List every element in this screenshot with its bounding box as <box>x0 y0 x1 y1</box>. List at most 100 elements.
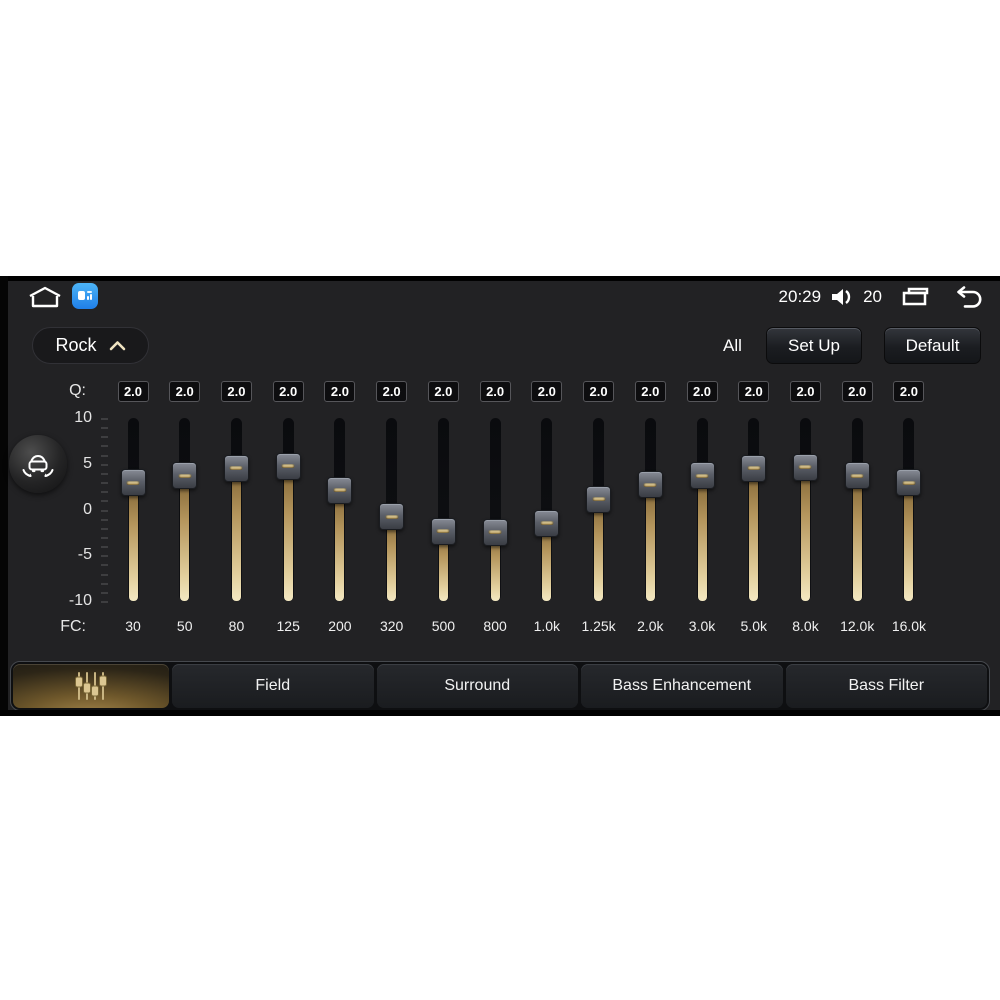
slider-fill-200 <box>335 490 345 601</box>
axis-tick <box>101 536 108 539</box>
slider-thumb-1.25k[interactable] <box>586 485 612 513</box>
slider-fill-125 <box>283 466 293 601</box>
slider-thumb-30[interactable] <box>120 469 146 497</box>
thumb-grip <box>540 521 554 526</box>
fc-row-label: FC: <box>60 618 86 635</box>
tab-eq[interactable] <box>13 664 169 708</box>
q-value-125[interactable]: 2.0 <box>272 381 304 402</box>
q-value-200[interactable]: 2.0 <box>324 381 356 402</box>
default-button[interactable]: Default <box>884 327 981 364</box>
thumb-grip <box>643 482 657 487</box>
slider-thumb-5.0k[interactable] <box>741 454 767 482</box>
axis-tick <box>101 527 108 530</box>
slider-thumb-500[interactable] <box>430 517 456 545</box>
slider-thumb-2.0k[interactable] <box>637 471 663 499</box>
axis-tick <box>101 427 108 430</box>
slider-fill-30 <box>128 482 138 601</box>
thumb-grip <box>798 465 812 470</box>
thumb-grip <box>229 466 243 471</box>
tab-surround[interactable]: Surround <box>376 664 578 708</box>
axis-tick <box>101 472 108 475</box>
thumb-grip <box>436 529 450 534</box>
axis-label-10: 10 <box>74 409 92 426</box>
thumb-grip <box>850 473 864 478</box>
equalizer-screen: 20:29 20 Rock All Set Up Default Q: FC: … <box>0 276 1000 716</box>
slider-thumb-50[interactable] <box>172 462 198 490</box>
volume-level: 20 <box>863 287 882 306</box>
preset-dropdown[interactable]: Rock <box>32 327 149 364</box>
slider-fill-8.0k <box>800 467 810 601</box>
q-value-16.0k[interactable]: 2.0 <box>893 381 925 402</box>
clock: 20:29 <box>778 287 822 306</box>
q-value-50[interactable]: 2.0 <box>169 381 201 402</box>
axis-tick <box>101 546 108 549</box>
slider-thumb-3.0k[interactable] <box>689 462 715 490</box>
axis-tick <box>101 491 108 494</box>
q-value-1.25k[interactable]: 2.0 <box>583 381 615 402</box>
preset-name: Rock <box>55 335 97 355</box>
axis-tick <box>101 436 108 439</box>
slider-thumb-320[interactable] <box>379 503 405 531</box>
axis-tick <box>101 518 108 521</box>
thumb-grip <box>178 473 192 478</box>
q-value-500[interactable]: 2.0 <box>427 381 459 402</box>
axis-tick <box>101 582 108 585</box>
tab-field[interactable]: Field <box>172 664 374 708</box>
axis-tick <box>101 463 108 466</box>
tab-bass-enhancement[interactable]: Bass Enhancement <box>581 664 783 708</box>
q-value-800[interactable]: 2.0 <box>479 381 511 402</box>
slider-fill-1.25k <box>594 499 604 601</box>
recent-apps-icon[interactable] <box>899 285 933 309</box>
axis-tick <box>101 573 108 576</box>
thumb-grip <box>385 514 399 519</box>
q-value-8.0k[interactable]: 2.0 <box>789 381 821 402</box>
slider-fill-12.0k <box>852 475 862 601</box>
slider-thumb-200[interactable] <box>327 476 353 504</box>
tab-bass-filter[interactable]: Bass Filter <box>785 664 987 708</box>
slider-thumb-800[interactable] <box>482 518 508 546</box>
axis-tick <box>101 454 108 457</box>
thumb-grip <box>126 480 140 485</box>
slider-thumb-12.0k[interactable] <box>844 462 870 490</box>
q-value-30[interactable]: 2.0 <box>117 381 149 402</box>
setup-button[interactable]: Set Up <box>766 327 862 364</box>
slider-thumb-80[interactable] <box>223 454 249 482</box>
slider-fill-80 <box>231 468 241 601</box>
q-value-320[interactable]: 2.0 <box>376 381 408 402</box>
fc-value-16.0k: 16.0k <box>891 618 927 634</box>
axis-tick <box>101 564 108 567</box>
slider-thumb-1.0k[interactable] <box>534 509 560 537</box>
thumb-grip <box>333 488 347 493</box>
axis-tick <box>101 500 108 503</box>
thumb-grip <box>902 480 916 485</box>
slider-thumb-125[interactable] <box>275 452 301 480</box>
q-value-12.0k[interactable]: 2.0 <box>841 381 873 402</box>
thumb-grip <box>695 473 709 478</box>
all-button[interactable]: All <box>723 336 742 356</box>
thumb-grip <box>281 464 295 469</box>
q-value-1.0k[interactable]: 2.0 <box>531 381 563 402</box>
axis-tick <box>101 591 108 594</box>
thumb-grip <box>592 497 606 502</box>
screenshot-page: 20:29 20 Rock All Set Up Default Q: FC: … <box>0 0 1000 1000</box>
q-value-3.0k[interactable]: 2.0 <box>686 381 718 402</box>
axis-tick <box>101 418 108 420</box>
slider-fill-3.0k <box>697 475 707 601</box>
home-icon[interactable] <box>26 284 64 310</box>
thumb-grip <box>747 466 761 471</box>
left-bezel <box>0 276 8 716</box>
equalizer-sliders-icon <box>75 672 107 700</box>
slider-fill-50 <box>180 475 190 601</box>
back-icon[interactable] <box>952 284 984 310</box>
car-surround-icon[interactable] <box>9 435 67 493</box>
slider-thumb-8.0k[interactable] <box>792 453 818 481</box>
q-value-5.0k[interactable]: 2.0 <box>738 381 770 402</box>
slider-thumb-16.0k[interactable] <box>896 469 922 497</box>
slider-fill-2.0k <box>645 484 655 601</box>
status-right-cluster: 20:29 20 <box>779 281 984 313</box>
q-value-2.0k[interactable]: 2.0 <box>634 381 666 402</box>
audio-app-icon[interactable] <box>72 283 98 309</box>
q-value-80[interactable]: 2.0 <box>220 381 252 402</box>
slider-fill-5.0k <box>749 468 759 601</box>
axis-tick <box>101 601 108 603</box>
